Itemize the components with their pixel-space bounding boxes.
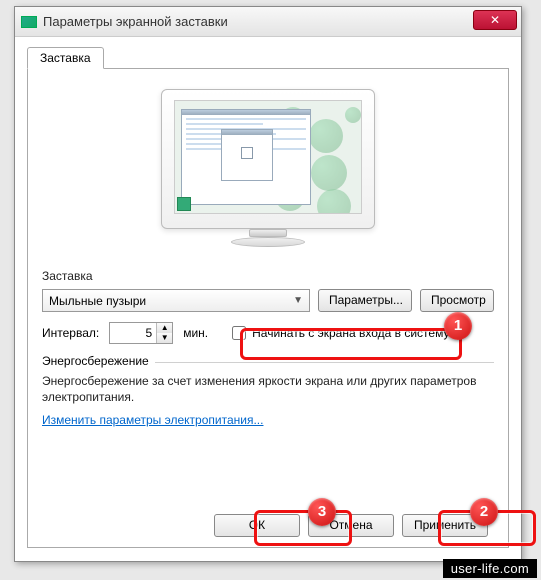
interval-label: Интервал: [42, 326, 99, 340]
screensaver-select-value: Мыльные пузыри [49, 294, 146, 308]
window-title: Параметры экранной заставки [43, 14, 228, 29]
annotation-badge-1: 1 [444, 312, 472, 340]
interval-input[interactable] [110, 323, 156, 343]
annotation-badge-2: 2 [470, 498, 498, 526]
titlebar[interactable]: Параметры экранной заставки ✕ [15, 7, 521, 37]
power-settings-link[interactable]: Изменить параметры электропитания... [42, 413, 263, 427]
app-icon [21, 16, 37, 28]
preview-button[interactable]: Просмотр [420, 289, 494, 312]
interval-spinner[interactable]: ▲ ▼ [109, 322, 173, 344]
logon-checkbox[interactable] [232, 326, 246, 340]
power-group-label: Энергосбережение [42, 354, 155, 368]
annotation-badge-3: 3 [308, 498, 336, 526]
settings-button[interactable]: Параметры... [318, 289, 412, 312]
close-button[interactable]: ✕ [473, 10, 517, 30]
screensaver-group-label: Заставка [42, 269, 494, 283]
logon-checkbox-label: Начинать с экрана входа в систему [252, 326, 449, 340]
chevron-down-icon: ▼ [293, 295, 303, 306]
spin-down-icon[interactable]: ▼ [157, 333, 172, 343]
tab-content: Заставка Мыльные пузыри ▼ Параметры... П… [27, 68, 509, 548]
power-description: Энергосбережение за счет изменения яркос… [42, 373, 494, 405]
screensaver-select[interactable]: Мыльные пузыри ▼ [42, 289, 310, 312]
tab-screensaver[interactable]: Заставка [27, 47, 104, 69]
interval-unit: мин. [183, 326, 208, 340]
watermark: user-life.com [443, 559, 537, 578]
screensaver-settings-window: Параметры экранной заставки ✕ Заставка [14, 6, 522, 562]
logon-checkbox-wrap[interactable]: Начинать с экрана входа в систему [232, 326, 449, 340]
screensaver-preview [161, 89, 375, 251]
spin-up-icon[interactable]: ▲ [157, 323, 172, 333]
ok-button[interactable]: ОК [214, 514, 300, 537]
